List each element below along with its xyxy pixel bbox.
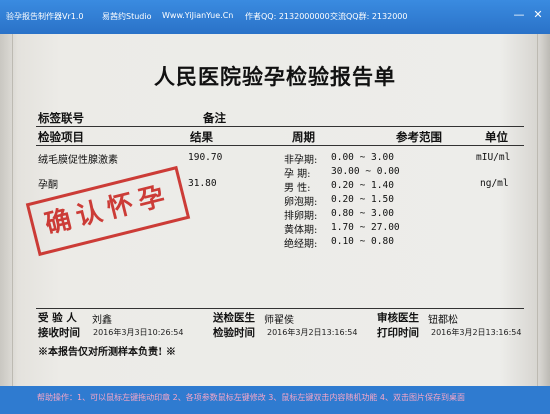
header-item: 检验项目 [38, 130, 84, 144]
item-progesterone[interactable]: 孕酮 [38, 176, 58, 191]
label-remark: 备注 [203, 111, 226, 125]
divider-footer [36, 308, 524, 309]
close-button[interactable]: ✕ [531, 8, 545, 22]
unit-hcg[interactable]: mIU/ml [476, 152, 510, 163]
label-number: 标签联号 [38, 111, 84, 125]
range-row[interactable]: 0.10 ~ 0.80 [331, 236, 394, 247]
range-row[interactable]: 0.80 ~ 3.00 [331, 208, 394, 219]
range-row[interactable]: 0.00 ~ 3.00 [331, 152, 394, 163]
author-qq: 作者QQ: 2132000000 [245, 12, 330, 21]
doctor-label: 送检医生 [213, 312, 255, 324]
reviewer-label: 审核医生 [377, 312, 419, 324]
website-text: Www.YiJianYue.Cn [162, 11, 234, 20]
report-paper[interactable]: 人民医院验孕检验报告单 标签联号 备注 检验项目 结果 周期 参考范围 单位 绒… [0, 34, 550, 386]
unit-progesterone[interactable]: ng/ml [480, 178, 509, 189]
group-qq: 交流QQ群: 2132000 [330, 12, 408, 21]
period-row[interactable]: 非孕期: [284, 151, 317, 166]
period-row[interactable]: 孕 期: [284, 165, 311, 180]
range-row[interactable]: 1.70 ~ 27.00 [331, 222, 400, 233]
divider-header [36, 145, 524, 146]
sender-label: 受 验 人 [38, 312, 77, 324]
receive-time[interactable]: 2016年3月3日10:26:54 [93, 327, 183, 338]
app-title: 验孕报告制作器Vr1.0 [6, 12, 84, 21]
divider-top [36, 126, 524, 127]
header-result: 结果 [190, 130, 213, 144]
period-row[interactable]: 排卵期: [284, 207, 317, 222]
doctor-name[interactable]: 师翟侯 [264, 311, 294, 326]
header-period: 周期 [292, 130, 315, 144]
minimize-button[interactable]: — [512, 8, 526, 22]
period-row[interactable]: 男 性: [284, 179, 311, 194]
period-row[interactable]: 黄体期: [284, 221, 317, 236]
receive-label: 接收时间 [38, 327, 80, 339]
range-row[interactable]: 0.20 ~ 1.40 [331, 180, 394, 191]
title-bar[interactable]: 验孕报告制作器Vr1.0 易茜约Studio Www.YiJianYue.Cn … [0, 0, 550, 34]
sender-name[interactable]: 刘鑫 [92, 311, 112, 326]
period-row[interactable]: 卵泡期: [284, 193, 317, 208]
item-hcg[interactable]: 绒毛膜促性腺激素 [38, 151, 118, 166]
studio-name: 易茜约Studio [102, 12, 152, 21]
header-unit: 单位 [485, 130, 508, 144]
period-row[interactable]: 绝经期: [284, 235, 317, 250]
reviewer-name[interactable]: 钮都松 [428, 311, 458, 326]
print-label: 打印时间 [377, 327, 419, 339]
header-range: 参考范围 [396, 130, 442, 144]
range-row[interactable]: 30.00 ~ 0.00 [331, 166, 400, 177]
print-time[interactable]: 2016年3月2日13:16:54 [431, 327, 521, 338]
check-time[interactable]: 2016年3月2日13:16:54 [267, 327, 357, 338]
range-row[interactable]: 0.20 ~ 1.50 [331, 194, 394, 205]
help-text: 帮助操作：1、可以鼠标左键拖动印章 2、各项参数鼠标左键修改 3、鼠标左键双击内… [37, 393, 465, 402]
check-label: 检验时间 [213, 327, 255, 339]
status-bar: 帮助操作：1、可以鼠标左键拖动印章 2、各项参数鼠标左键修改 3、鼠标左键双击内… [0, 386, 550, 414]
result-progesterone[interactable]: 31.80 [188, 178, 217, 189]
result-hcg[interactable]: 190.70 [188, 152, 222, 163]
report-note: ※本报告仅对所测样本负责! ※ [38, 347, 176, 358]
report-title[interactable]: 人民医院验孕检验报告单 [0, 61, 550, 91]
